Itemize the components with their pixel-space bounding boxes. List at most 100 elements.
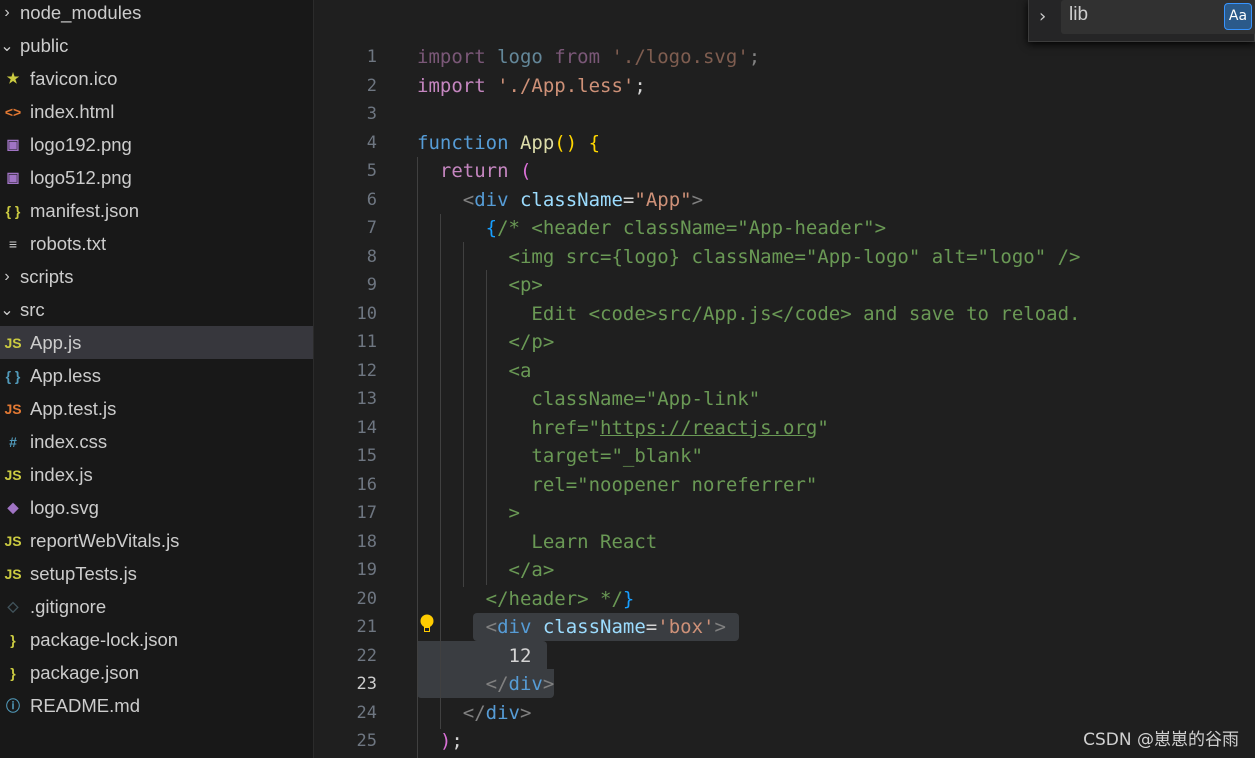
svg-icon: ◆ [7, 499, 19, 515]
explorer-file[interactable]: ≡ robots.txt [0, 227, 313, 260]
line-number: 18 [356, 531, 377, 552]
explorer-item-label: App.less [30, 364, 101, 386]
code-token: { [417, 217, 498, 239]
line-number: 2 [366, 75, 377, 96]
explorer-file[interactable]: ◇ .gitignore [0, 590, 313, 623]
explorer-item-label: node_modules [20, 1, 142, 23]
chevron-right-icon: › [4, 267, 10, 285]
explorer-folder[interactable]: › scripts [0, 260, 313, 293]
explorer-file[interactable]: ◆ logo.svg [0, 491, 313, 524]
explorer-item-label: index.css [30, 430, 108, 452]
explorer-item-label: scripts [20, 265, 74, 287]
code-line[interactable]: import logo from './logo.svg'; [417, 43, 760, 72]
explorer-file[interactable]: ★ favicon.ico [0, 62, 313, 95]
code-line[interactable]: </p> [417, 328, 555, 357]
explorer-folder[interactable]: ⌄ src [0, 293, 313, 326]
star-icon: ★ [6, 70, 20, 86]
code-token: { [588, 131, 601, 154]
explorer-file[interactable]: JS reportWebVitals.js [0, 524, 313, 557]
explorer-folder[interactable]: ⌄ public [0, 29, 313, 62]
line-number: 12 [356, 360, 377, 381]
code-token: Learn React [417, 530, 658, 553]
find-input-value: lib [1069, 4, 1089, 25]
code-token: function [417, 131, 520, 154]
code-line[interactable]: </header> */} [417, 585, 635, 614]
code-line[interactable]: <div className='box'> [417, 613, 726, 642]
code-token: = [645, 616, 658, 638]
explorer-file[interactable]: { } App.less [0, 359, 313, 392]
explorer-file[interactable]: ⓘ README.md [0, 689, 313, 722]
code-line[interactable]: href="https://reactjs.org" [417, 414, 828, 443]
explorer-file[interactable]: JS index.js [0, 458, 313, 491]
code-line[interactable]: target="_blank" [417, 442, 703, 471]
code-token: ) [439, 730, 452, 752]
code-token: "App" [634, 188, 692, 211]
code-token: <p> [417, 274, 543, 296]
explorer-file[interactable]: <> index.html [0, 95, 313, 128]
code-line[interactable]: <div className="App"> [417, 186, 703, 215]
explorer-file[interactable]: JS App.test.js [0, 392, 313, 425]
lightbulb-icon[interactable] [420, 614, 434, 634]
explorer-item-label: index.js [30, 463, 93, 485]
explorer-file[interactable]: JS setupTests.js [0, 557, 313, 590]
code-token: > [519, 701, 532, 724]
code-token: </p> [417, 331, 555, 353]
explorer-item-label: logo.svg [30, 496, 99, 518]
image-icon: ▣ [6, 169, 20, 185]
toggle-replace-chevron-icon[interactable]: › [1039, 6, 1046, 27]
code-line[interactable]: import './App.less'; [417, 72, 646, 101]
explorer-item-label: App.test.js [30, 397, 117, 419]
code-line[interactable]: <p> [417, 271, 543, 300]
code-line[interactable]: </div> [417, 699, 532, 728]
code-line[interactable]: className="App-link" [417, 385, 760, 414]
code-line[interactable]: </a> [417, 556, 555, 585]
json-icon: } [10, 664, 16, 681]
line-number: 1 [366, 47, 377, 67]
code-token: <a [417, 359, 532, 382]
code-token: div [497, 616, 543, 638]
code-line[interactable]: {/* <header className="App-header"> [417, 214, 886, 243]
line-number: 21 [356, 617, 377, 637]
explorer-item-label: reportWebVitals.js [30, 529, 180, 551]
code-line[interactable]: ); [417, 727, 463, 756]
code-token: </ [417, 701, 486, 724]
json-icon: { } [5, 202, 21, 219]
code-token: </a> [417, 559, 555, 581]
code-token: App [519, 131, 555, 154]
code-line[interactable]: > [417, 499, 520, 528]
explorer-file[interactable]: JS App.js [0, 326, 313, 359]
code-token: import [417, 74, 498, 97]
code-line[interactable]: function App() { [417, 129, 600, 158]
explorer-folder[interactable]: › node_modules [0, 0, 313, 29]
code-token: } [622, 587, 635, 610]
code-line[interactable]: Edit <code>src/App.js</code> and save to… [417, 300, 1080, 329]
code-editor[interactable]: 1 import logo from './logo.svg'; 2 import '… [315, 0, 1255, 758]
git-icon: ◇ [7, 598, 19, 614]
explorer-file[interactable]: } package.json [0, 656, 313, 689]
code-line[interactable]: </div> [417, 670, 555, 699]
code-token: ( [519, 160, 532, 182]
code-token: className="App-link" [417, 388, 761, 410]
code-token: div [485, 701, 520, 724]
explorer-item-label: package.json [30, 661, 140, 683]
explorer-file[interactable]: } package-lock.json [0, 623, 313, 656]
explorer-file[interactable]: ▣ logo512.png [0, 161, 313, 194]
js-icon: JS [4, 565, 22, 582]
explorer-file[interactable]: ▣ logo192.png [0, 128, 313, 161]
explorer-file[interactable]: { } manifest.json [0, 194, 313, 227]
explorer-file[interactable]: # index.css [0, 425, 313, 458]
code-line[interactable]: rel="noopener noreferrer" [417, 471, 817, 500]
code-line[interactable]: Learn React [417, 528, 657, 557]
line-number: 8 [366, 246, 377, 267]
match-case-button[interactable]: Aa [1224, 3, 1252, 30]
code-token: div [474, 188, 520, 211]
explorer-item-label: App.js [30, 331, 82, 353]
line-number: 11 [356, 332, 377, 352]
code-token: ; [451, 730, 463, 752]
code-line[interactable]: <img src={logo} className="App-logo" alt… [417, 243, 1081, 272]
code-line[interactable]: 12 [417, 642, 532, 671]
code-line[interactable]: return ( [417, 157, 532, 186]
js-icon: JS [4, 334, 22, 351]
code-line[interactable]: <a [417, 357, 532, 386]
code-token: > [714, 616, 726, 638]
